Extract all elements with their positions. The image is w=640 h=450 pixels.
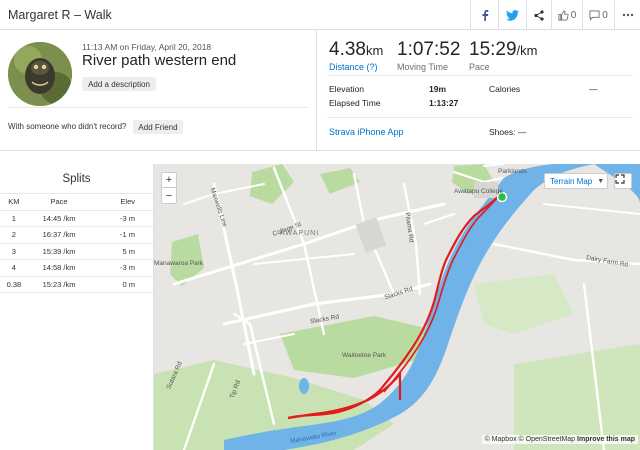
comments-button[interactable]: 0 — [582, 0, 614, 30]
kudos-button[interactable]: 0 — [551, 0, 582, 30]
kudos-count: 0 — [570, 9, 577, 21]
activity-stats: 4.38km Distance (?) 1:07:52 Moving Time … — [316, 30, 640, 150]
split-km: 4 — [0, 259, 28, 277]
divider — [8, 107, 308, 108]
suburb-label: AWAPUNI — [280, 230, 320, 237]
thumbs-up-icon — [558, 10, 569, 20]
moving-time-value: 1:07:52 — [397, 39, 461, 60]
comments-count: 0 — [602, 9, 608, 21]
distance-stat: 4.38km Distance (?) — [329, 39, 383, 72]
split-elev: -3 m — [90, 259, 153, 277]
splits-table: KM Pace Elev 1 14:45 /km -3 m 2 16:37 /k… — [0, 194, 153, 293]
table-row[interactable]: 3 15:39 /km 5 m — [0, 243, 153, 260]
split-elev: -3 m — [90, 210, 153, 227]
facebook-share-button[interactable] — [470, 0, 498, 30]
zoom-control: + − — [161, 172, 177, 204]
split-pace: 14:58 /km — [27, 259, 91, 277]
moving-time-label: Moving Time — [397, 62, 449, 72]
map-type-label: Terrain Map — [550, 176, 593, 186]
elapsed-time-label: Elapsed Time — [329, 98, 381, 108]
activity-header: Margaret R – Walk 0 0 — [0, 0, 640, 30]
street-label: Parklands — [498, 168, 527, 175]
elevation-value: 19m — [429, 84, 447, 94]
route-map[interactable]: College St AWAPUNI Maxwells Line Manawar… — [154, 164, 640, 450]
share-button[interactable] — [526, 0, 551, 30]
distance-value: 4.38 — [329, 39, 366, 60]
pace-stat: 15:29/km Pace — [469, 39, 538, 72]
elevation-label: Elevation — [329, 84, 364, 94]
split-km: 3 — [0, 243, 28, 260]
table-row[interactable]: 2 16:37 /km -1 m — [0, 226, 153, 244]
mapbox-attribution[interactable]: © Mapbox — [485, 436, 517, 443]
friend-question: With someone who didn't record? — [8, 122, 127, 131]
splits-title: Splits — [0, 164, 153, 194]
divider — [327, 117, 633, 118]
more-icon — [622, 13, 633, 17]
place-label: Awatapu College — [454, 188, 504, 195]
split-pace: 14:45 /km — [27, 210, 91, 227]
device-link[interactable]: Strava iPhone App — [329, 127, 404, 137]
splits-panel: Splits KM Pace Elev 1 14:45 /km -3 m 2 1… — [0, 164, 154, 450]
activity-title: Margaret R – Walk — [8, 8, 112, 22]
map-canvas[interactable] — [154, 164, 640, 450]
improve-map-link[interactable]: Improve this map — [577, 436, 635, 443]
split-elev: -1 m — [90, 226, 153, 244]
split-pace: 15:23 /km — [27, 276, 91, 293]
park-label: Waitoetoe Park — [342, 352, 387, 359]
split-pace: 15:39 /km — [27, 243, 91, 260]
split-km: 2 — [0, 226, 28, 244]
elapsed-time-value: 1:13:27 — [429, 98, 459, 108]
add-description-button[interactable]: Add a description — [82, 77, 156, 91]
map-type-dropdown[interactable]: Terrain Map ▼ — [544, 173, 608, 189]
column-header: KM — [0, 194, 28, 211]
park-label: Manawaroa Park — [154, 260, 204, 267]
pace-label: Pace — [469, 62, 490, 72]
activity-summary: 11:13 AM on Friday, April 20, 2018 River… — [0, 30, 316, 150]
table-row[interactable]: 4 14:58 /km -3 m — [0, 259, 153, 277]
facebook-icon — [482, 10, 488, 21]
share-icon — [534, 9, 544, 21]
calories-label: Calories — [489, 84, 521, 94]
section-separator — [0, 150, 640, 164]
comment-icon — [589, 10, 600, 21]
more-button[interactable] — [614, 0, 640, 30]
twitter-share-button[interactable] — [498, 0, 526, 30]
zoom-in-button[interactable]: + — [162, 173, 176, 188]
split-elev: 5 m — [90, 243, 153, 260]
splits-header-row: KM Pace Elev — [0, 194, 153, 211]
map-attribution: © Mapbox © OpenStreetMap Improve this ma… — [481, 435, 638, 444]
split-km: 1 — [0, 210, 28, 227]
fullscreen-button[interactable] — [614, 173, 632, 189]
avatar-image — [8, 42, 72, 106]
shoes-info: Shoes: — — [489, 127, 527, 137]
table-row[interactable]: 1 14:45 /km -3 m — [0, 210, 153, 227]
zoom-out-button[interactable]: − — [162, 188, 176, 203]
pond — [299, 378, 309, 394]
distance-unit: km — [365, 43, 384, 58]
twitter-icon — [506, 9, 519, 21]
pace-unit: /km — [516, 43, 538, 58]
split-pace: 16:37 /km — [27, 226, 91, 244]
split-km: 0.38 — [0, 276, 28, 293]
distance-label[interactable]: Distance (?) — [329, 62, 383, 72]
chevron-down-icon: ▼ — [597, 177, 605, 185]
osm-attribution[interactable]: © OpenStreetMap — [519, 436, 576, 443]
split-elev: 0 m — [90, 276, 153, 293]
divider — [327, 75, 633, 76]
calories-value: — — [589, 84, 598, 94]
pace-value: 15:29 — [469, 39, 517, 60]
athlete-avatar[interactable] — [8, 42, 72, 106]
expand-icon — [615, 174, 625, 184]
moving-time-stat: 1:07:52 Moving Time — [397, 39, 460, 72]
activity-name[interactable]: River path western end — [82, 52, 236, 69]
table-row[interactable]: 0.38 15:23 /km 0 m — [0, 276, 153, 293]
add-friend-button[interactable]: Add Friend — [133, 120, 183, 134]
activity-datetime: 11:13 AM on Friday, April 20, 2018 — [82, 42, 212, 52]
column-header: Pace — [27, 194, 91, 211]
column-header: Elev — [90, 194, 153, 211]
